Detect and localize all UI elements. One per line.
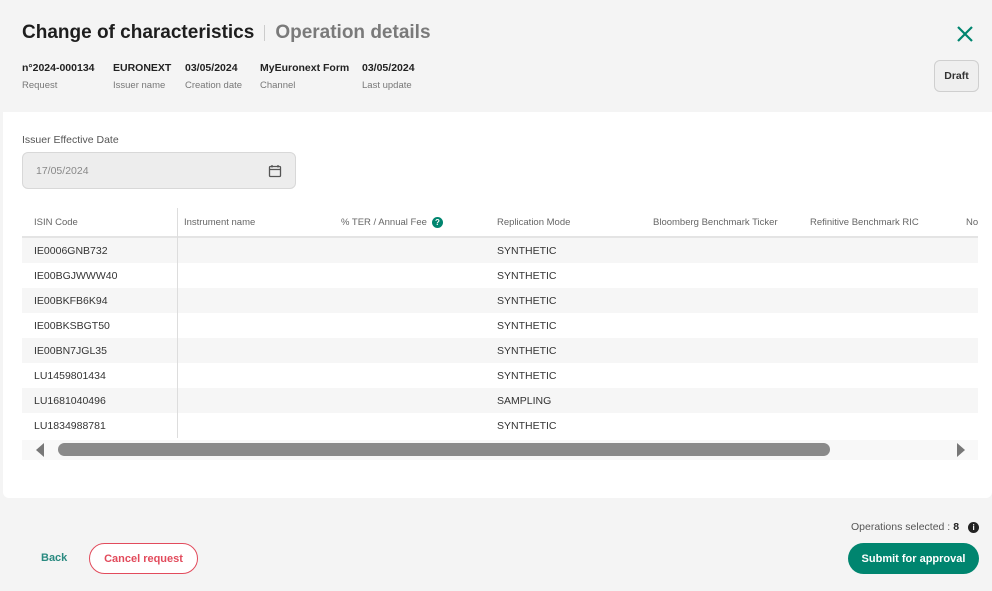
table-row[interactable]: LU1681040496 SAMPLING [22, 388, 978, 413]
table-cell: SYNTHETIC [497, 319, 557, 332]
col-ter: % TER / Annual Fee? [341, 208, 443, 236]
table-cell: IE00BKFB6K94 [34, 294, 108, 307]
table-cell: IE00BN7JGL35 [34, 344, 107, 357]
meta-value: 03/05/2024 [185, 62, 238, 74]
table-cell: SYNTHETIC [497, 269, 557, 282]
scroll-left-icon[interactable] [36, 443, 44, 457]
table-cell: LU1681040496 [34, 394, 106, 407]
col-truncated: No [966, 216, 978, 228]
close-icon[interactable] [955, 24, 975, 44]
meta-label: Creation date [185, 80, 243, 91]
table-row[interactable]: IE00BKFB6K94 SYNTHETIC [22, 288, 978, 313]
table-cell: IE0006GNB732 [34, 244, 108, 257]
table-row[interactable]: IE00BN7JGL35 SYNTHETIC [22, 338, 978, 363]
scroll-right-icon[interactable] [957, 443, 965, 457]
table-cell: IE00BGJWWW40 [34, 269, 118, 282]
meta-creation: 03/05/2024 Creation date [185, 62, 242, 91]
table-cell: SYNTHETIC [497, 294, 557, 307]
col-isin: ISIN Code [34, 216, 78, 228]
col-refinitive: Refinitive Benchmark RIC [810, 216, 919, 228]
calendar-icon[interactable] [268, 164, 282, 178]
meta-issuer: EURONEXT Issuer name [113, 62, 171, 91]
column-divider [177, 208, 178, 438]
table-cell: SYNTHETIC [497, 344, 557, 357]
meta-request: n°2024-000134 Request [22, 62, 95, 91]
table-row[interactable]: IE00BGJWWW40 SYNTHETIC [22, 263, 978, 288]
meta-label: Channel [260, 80, 296, 91]
effective-date-label: Issuer Effective Date [22, 134, 119, 146]
status-badge: Draft [934, 60, 979, 92]
table-cell: LU1459801434 [34, 369, 106, 382]
effective-date-value: 17/05/2024 [36, 164, 89, 177]
title-sub: Operation details [275, 22, 431, 43]
table-cell: SYNTHETIC [497, 419, 557, 432]
page-title: Change of characteristics Operation deta… [22, 22, 431, 44]
table-row[interactable]: LU1834988781 SYNTHETIC [22, 413, 978, 438]
meta-last-update: 03/05/2024 Last update [362, 62, 415, 91]
table-cell: IE00BKSBGT50 [34, 319, 110, 332]
table-row[interactable]: LU1459801434 SYNTHETIC [22, 363, 978, 388]
table-cell: SYNTHETIC [497, 369, 557, 382]
table-row[interactable]: IE00BKSBGT50 SYNTHETIC [22, 313, 978, 338]
meta-value: MyEuronext Form [260, 62, 350, 74]
col-instrument: Instrument name [184, 216, 256, 228]
scrollbar-thumb[interactable] [58, 443, 830, 456]
operations-selected: Operations selected :8 i [851, 521, 980, 533]
table-header: ISIN Code Instrument name % TER / Annual… [22, 208, 978, 238]
operations-table: ISIN Code Instrument name % TER / Annual… [22, 208, 978, 438]
help-icon[interactable]: ? [431, 216, 443, 228]
table-cell: SAMPLING [497, 394, 552, 407]
title-divider [264, 25, 266, 41]
meta-label: Issuer name [113, 80, 166, 91]
title-main: Change of characteristics [22, 22, 255, 43]
table-cell: SYNTHETIC [497, 244, 557, 257]
ops-count: 8 [953, 521, 960, 533]
meta-channel: MyEuronext Form Channel [260, 62, 349, 91]
meta-label: Request [22, 80, 58, 91]
meta-value: n°2024-000134 [22, 62, 95, 74]
cancel-request-button[interactable]: Cancel request [89, 543, 198, 574]
meta-label: Last update [362, 80, 412, 91]
back-button[interactable]: Back [41, 552, 67, 564]
col-ter-label: % TER / Annual Fee [341, 216, 427, 228]
meta-value: 03/05/2024 [362, 62, 415, 74]
info-icon[interactable]: i [968, 521, 980, 533]
table-row[interactable]: IE0006GNB732 SYNTHETIC [22, 238, 978, 263]
col-replication: Replication Mode [497, 216, 571, 228]
effective-date-field[interactable]: 17/05/2024 [22, 152, 296, 189]
submit-for-approval-button[interactable]: Submit for approval [848, 543, 979, 574]
meta-value: EURONEXT [113, 62, 172, 74]
ops-label: Operations selected : [851, 521, 951, 533]
col-bloomberg: Bloomberg Benchmark Ticker [653, 216, 778, 228]
table-cell: LU1834988781 [34, 419, 106, 432]
